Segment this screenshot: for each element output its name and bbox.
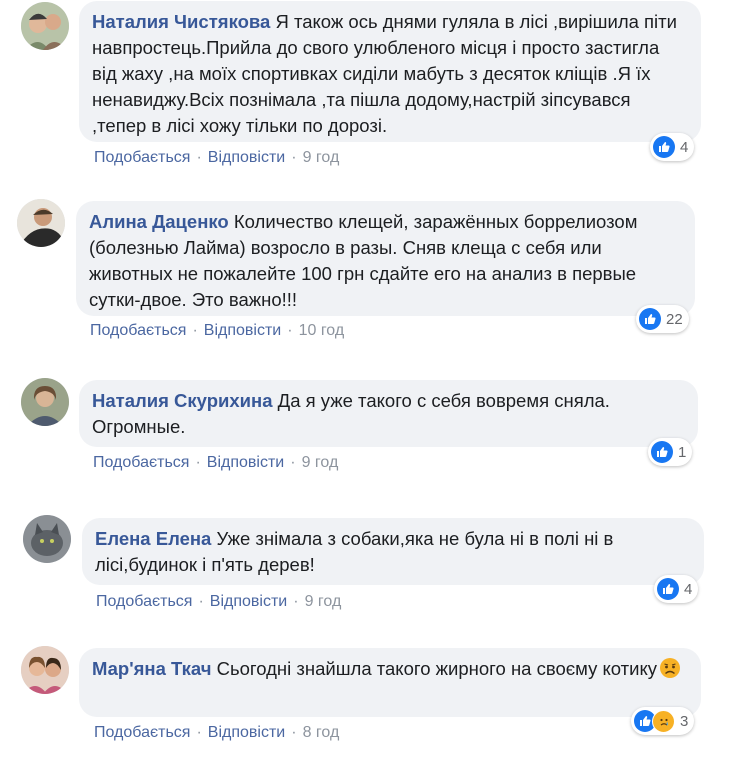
separator: · <box>195 454 201 471</box>
reaction-summary[interactable]: 4 <box>654 575 699 603</box>
comment-time[interactable]: 9 год <box>305 593 342 610</box>
separator: · <box>291 149 297 166</box>
reply-link[interactable]: Відповісти <box>208 149 285 166</box>
like-reaction-icon <box>653 136 675 158</box>
reaction-count: 4 <box>680 138 689 156</box>
like-reaction-icon <box>657 578 679 600</box>
reaction-summary[interactable]: 4 <box>650 133 695 161</box>
like-reaction-icon <box>651 441 673 463</box>
like-link[interactable]: Подобається <box>94 724 190 741</box>
avatar[interactable] <box>21 646 69 694</box>
avatar[interactable] <box>21 2 69 50</box>
comment-time[interactable]: 10 год <box>299 322 345 339</box>
comment-text: Сьогодні знайшла такого жирного на своєм… <box>216 658 658 679</box>
comment-author[interactable]: Наталия Чистякова <box>92 11 270 32</box>
comment-author[interactable]: Мар'яна Ткач <box>92 658 211 679</box>
like-link[interactable]: Подобається <box>90 322 186 339</box>
separator: · <box>287 322 293 339</box>
reaction-summary[interactable]: 3 <box>631 707 695 735</box>
comment-bubble: Наталия Чистякова Я також ось днями гуля… <box>79 1 701 142</box>
avatar[interactable] <box>17 199 65 247</box>
comment-time[interactable]: 9 год <box>303 149 340 166</box>
separator: · <box>293 593 299 610</box>
like-link[interactable]: Подобається <box>96 593 192 610</box>
comment-author[interactable]: Наталия Скурихина <box>92 390 273 411</box>
comment-bubble: Наталия Скурихина Да я уже такого с себя… <box>79 380 698 447</box>
reaction-summary[interactable]: 22 <box>636 305 689 333</box>
sad-reaction-icon <box>652 709 675 733</box>
comment-actions: Подобається · Відповісти · 9 год <box>94 149 339 167</box>
separator: · <box>192 322 198 339</box>
separator: · <box>196 149 202 166</box>
comment-time[interactable]: 8 год <box>303 724 340 741</box>
reply-link[interactable]: Відповісти <box>208 724 285 741</box>
reaction-count: 3 <box>680 712 689 730</box>
comment-bubble: Елена Елена Уже знімала з собаки,яка не … <box>82 518 704 585</box>
separator: · <box>196 724 202 741</box>
like-link[interactable]: Подобається <box>93 454 189 471</box>
avatar[interactable] <box>23 515 71 563</box>
like-link[interactable]: Подобається <box>94 149 190 166</box>
comment-bubble: Мар'яна Ткач Сьогодні знайшла такого жир… <box>79 648 701 717</box>
reply-link[interactable]: Відповісти <box>207 454 284 471</box>
comment-actions: Подобається · Відповісти · 8 год <box>94 724 339 742</box>
reaction-count: 1 <box>678 443 687 461</box>
reply-link[interactable]: Відповісти <box>204 322 281 339</box>
comment-actions: Подобається · Відповісти · 9 год <box>93 454 338 472</box>
comment-actions: Подобається · Відповісти · 9 год <box>96 593 341 611</box>
like-reaction-icon <box>639 308 661 330</box>
comment-actions: Подобається · Відповісти · 10 год <box>90 322 344 340</box>
separator: · <box>198 593 204 610</box>
comment-bubble: Алина Даценко Количество клещей, заражён… <box>76 201 695 316</box>
reaction-count: 22 <box>666 310 683 328</box>
comment-author[interactable]: Алина Даценко <box>89 211 229 232</box>
reaction-count: 4 <box>684 580 693 598</box>
sad-emoji-icon <box>659 657 681 679</box>
comment-time[interactable]: 9 год <box>302 454 339 471</box>
separator: · <box>290 454 296 471</box>
reaction-summary[interactable]: 1 <box>648 438 693 466</box>
separator: · <box>291 724 297 741</box>
comment-author[interactable]: Елена Елена <box>95 528 211 549</box>
reply-link[interactable]: Відповісти <box>210 593 287 610</box>
avatar[interactable] <box>21 378 69 426</box>
